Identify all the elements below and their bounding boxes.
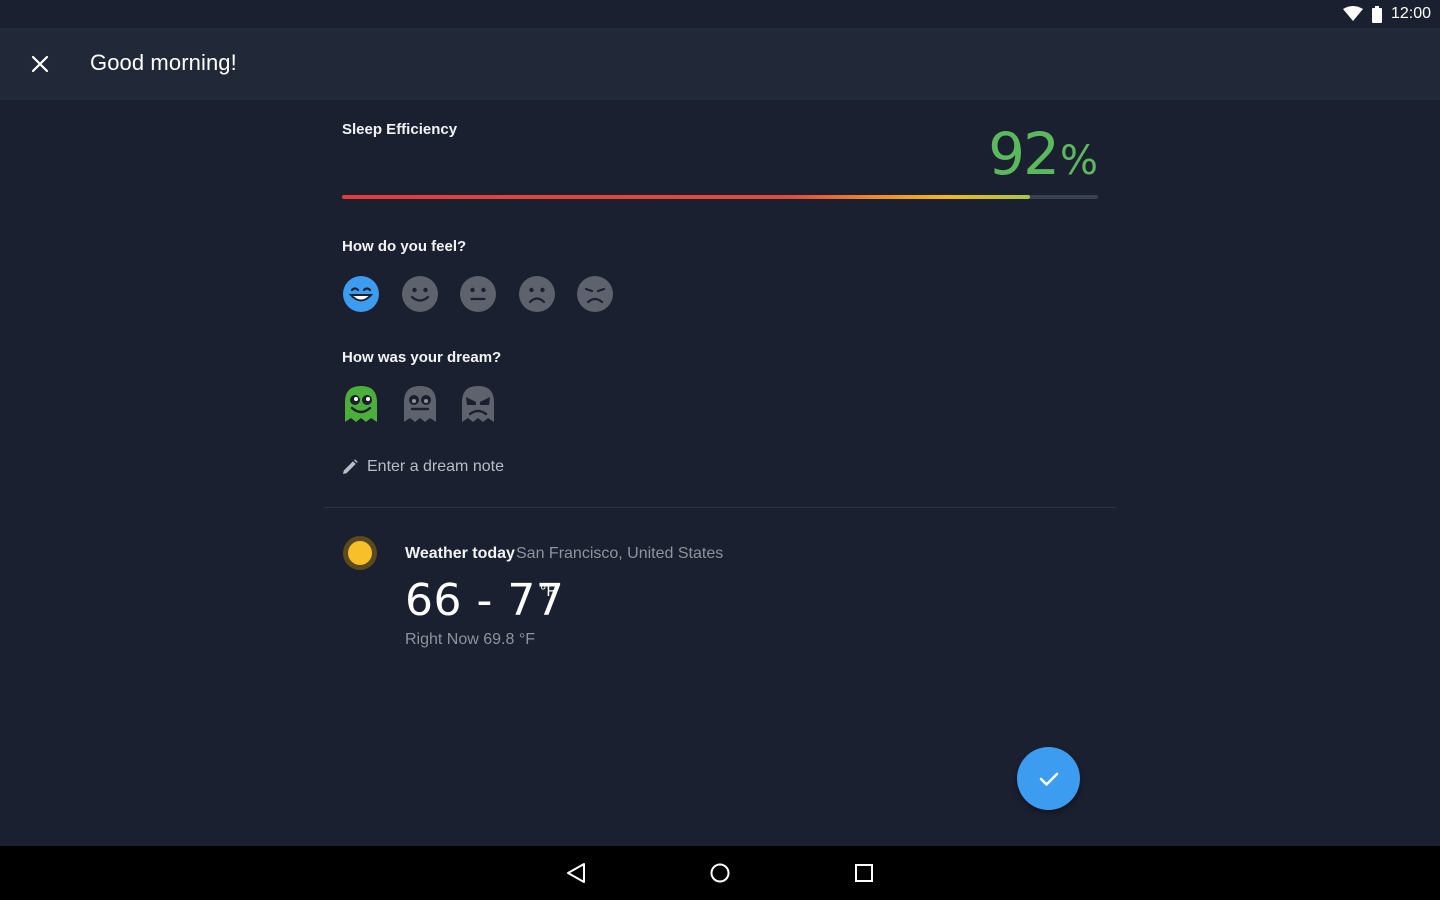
neutral-dream-ghost-icon[interactable] — [401, 384, 439, 424]
page-title: Good morning! — [90, 50, 237, 75]
dream-note-placeholder: Enter a dream note — [367, 458, 504, 475]
temperature-unit: °F — [540, 583, 557, 600]
very-happy-face-icon[interactable] — [342, 275, 380, 313]
feel-question: How do you feel? — [342, 238, 467, 255]
good-dream-ghost-icon[interactable] — [342, 384, 380, 424]
status-clock: 12:00 — [1390, 5, 1431, 22]
dream-note-input[interactable]: Enter a dream note — [342, 458, 504, 476]
close-button[interactable] — [24, 48, 56, 80]
sleep-efficiency-bar — [342, 195, 1098, 199]
navigation-bar — [0, 846, 1440, 900]
check-icon — [1039, 772, 1058, 786]
sleep-efficiency-value: 92% — [988, 120, 1098, 188]
sun-icon — [343, 536, 377, 570]
weather-location: San Francisco, United States — [516, 545, 724, 562]
back-icon[interactable] — [564, 861, 588, 885]
dream-selector — [342, 384, 518, 424]
sleep-efficiency-label: Sleep Efficiency — [342, 121, 458, 138]
wifi-icon — [1343, 6, 1363, 21]
very-sad-face-icon[interactable] — [576, 275, 614, 313]
mood-selector — [342, 275, 635, 313]
weather-title: Weather today — [405, 545, 515, 562]
happy-face-icon[interactable] — [401, 275, 439, 313]
close-icon — [31, 55, 49, 73]
battery-icon — [1372, 6, 1382, 23]
sad-face-icon[interactable] — [518, 275, 556, 313]
dream-question: How was your dream? — [342, 349, 502, 366]
section-divider — [324, 507, 1116, 508]
recents-icon[interactable] — [852, 861, 876, 885]
app-bar: Good morning! — [0, 28, 1440, 100]
sleep-efficiency-unit: % — [1059, 138, 1098, 184]
current-temperature: Right Now 69.8 °F — [405, 631, 536, 648]
pencil-icon — [343, 459, 358, 474]
sleep-efficiency-bar-fill — [342, 195, 1030, 199]
status-bar: 12:00 — [0, 0, 1440, 28]
confirm-button[interactable] — [1017, 747, 1080, 810]
sleep-efficiency-number: 92 — [988, 120, 1060, 188]
home-icon[interactable] — [708, 861, 732, 885]
neutral-face-icon[interactable] — [459, 275, 497, 313]
bad-dream-ghost-icon[interactable] — [459, 384, 497, 424]
